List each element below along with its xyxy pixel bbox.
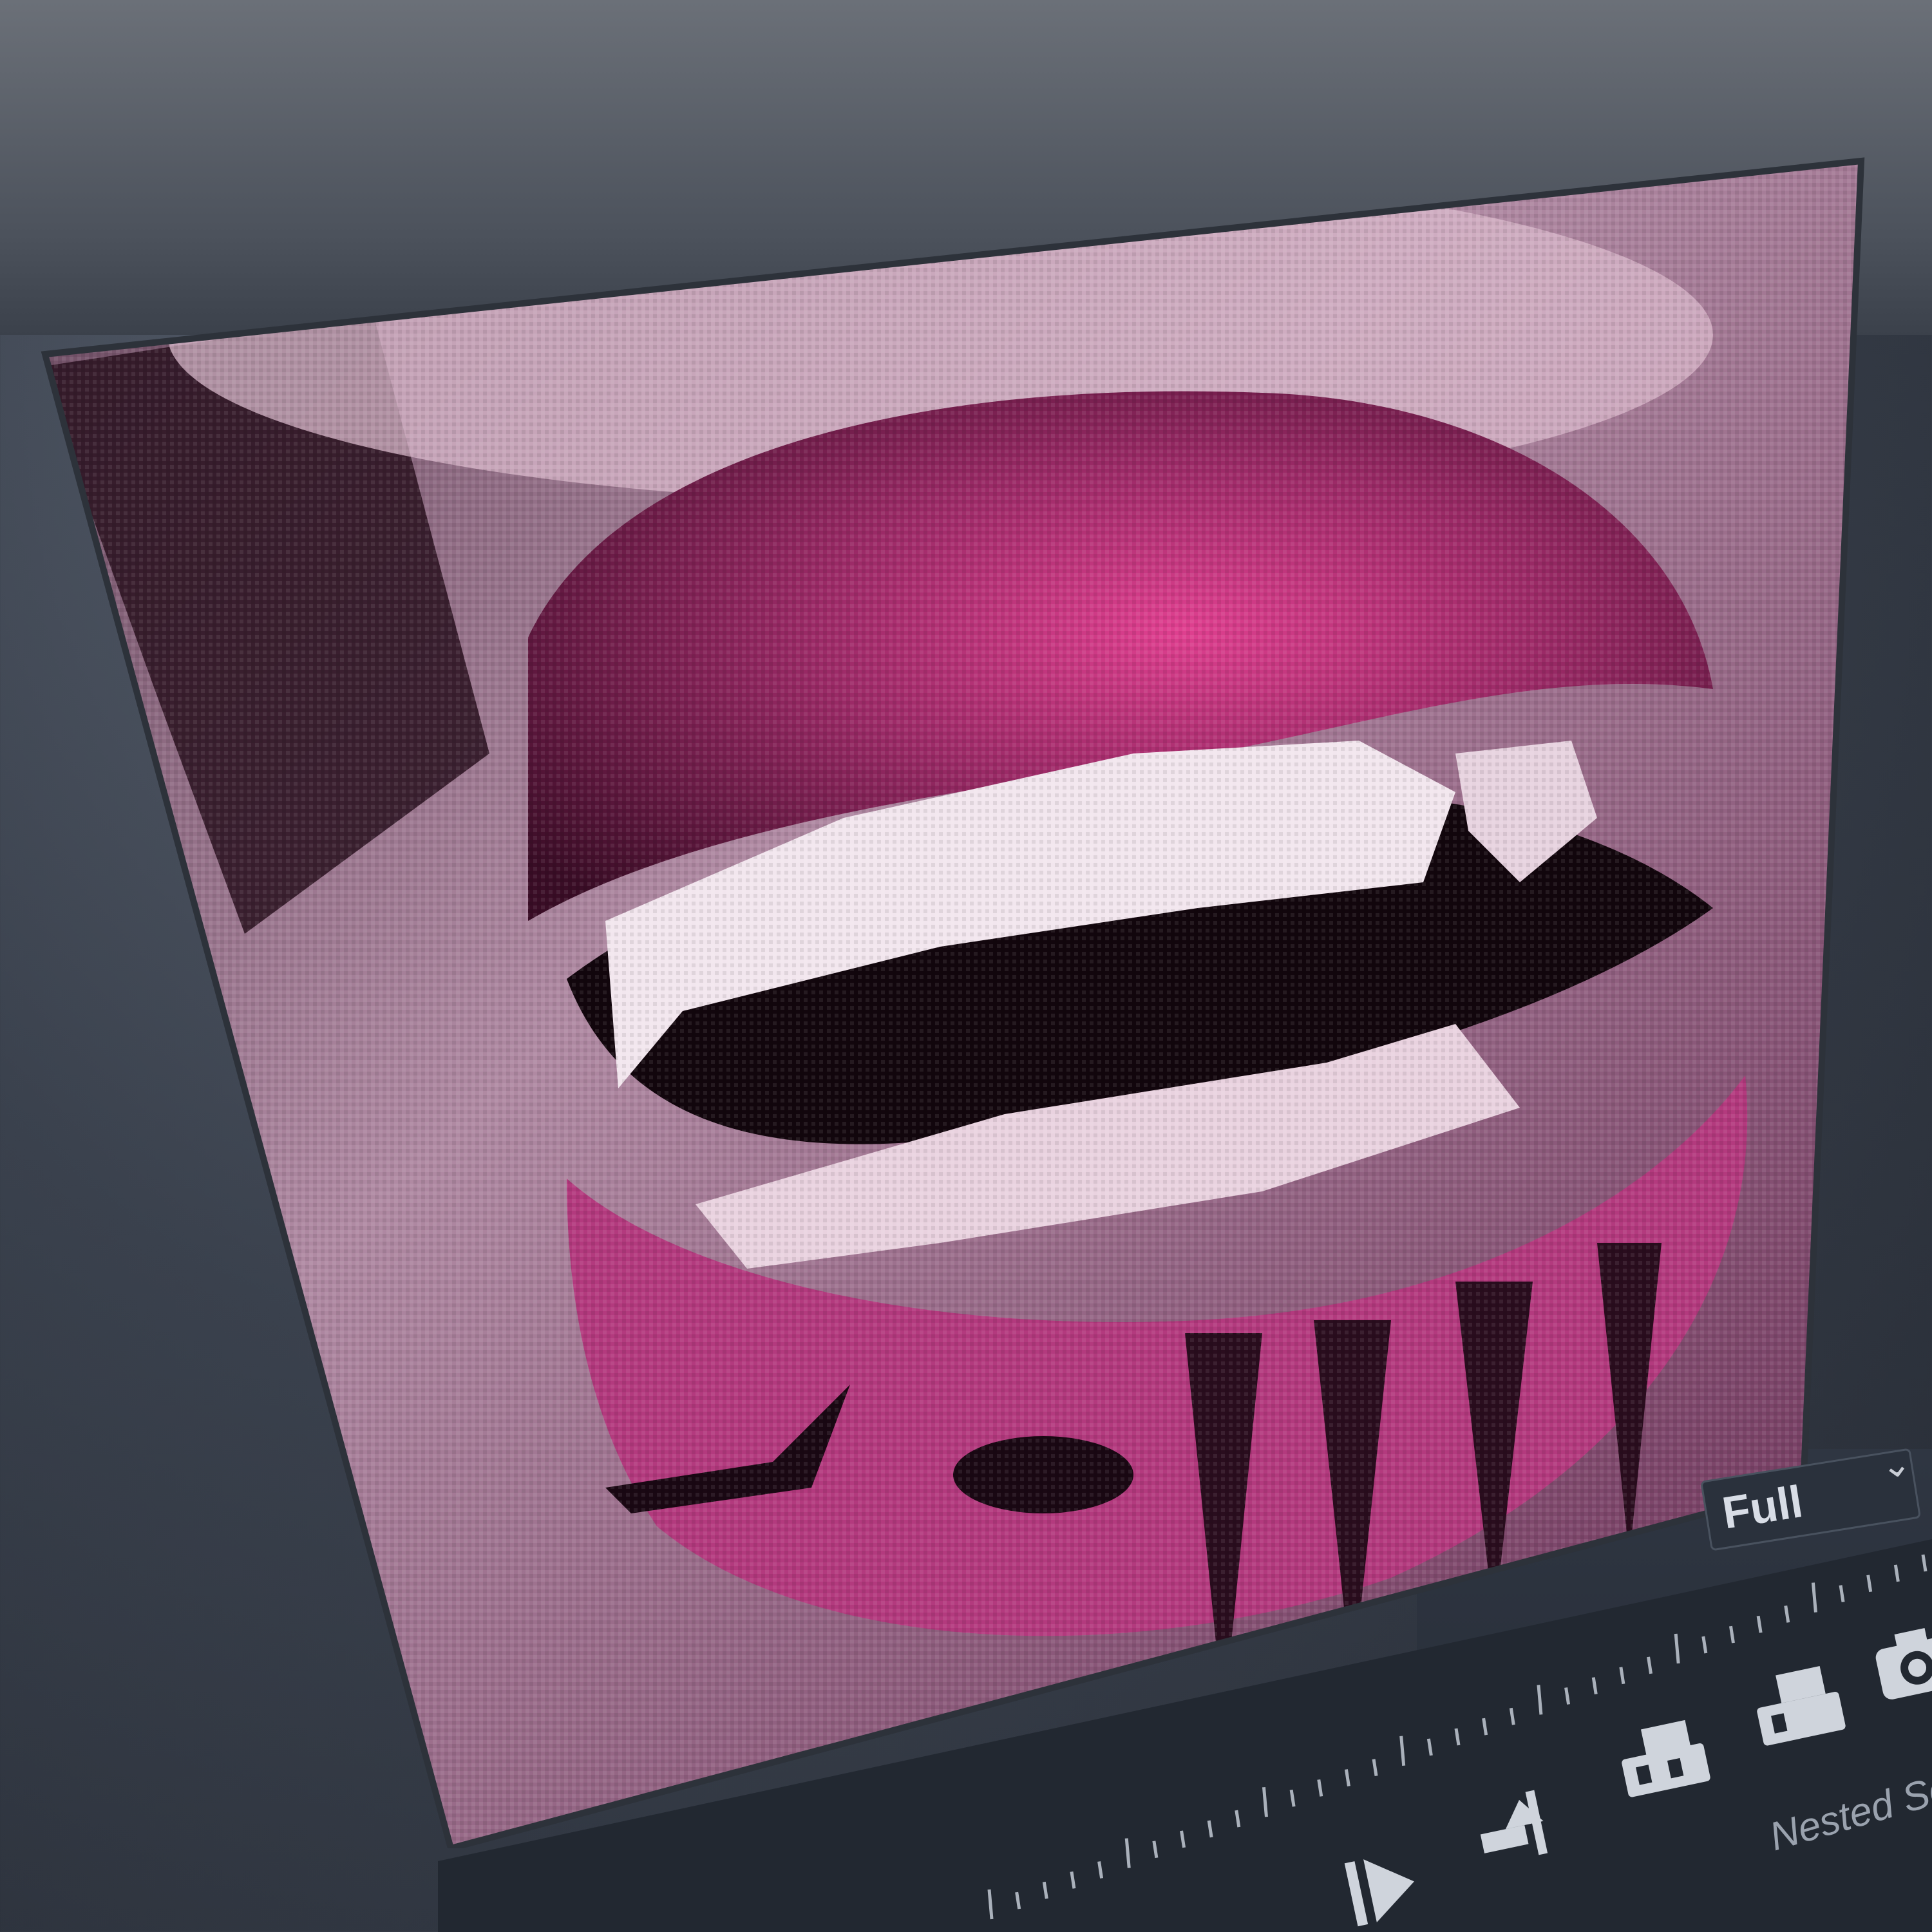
chevron-down-icon[interactable]: ⌄	[1878, 1440, 1922, 1487]
transport-controls-area	[438, 1539, 1932, 1932]
zoom-level-value: Full	[1719, 1476, 1806, 1539]
screen-photo: Full ⌄ Nested Se	[0, 0, 1932, 1932]
